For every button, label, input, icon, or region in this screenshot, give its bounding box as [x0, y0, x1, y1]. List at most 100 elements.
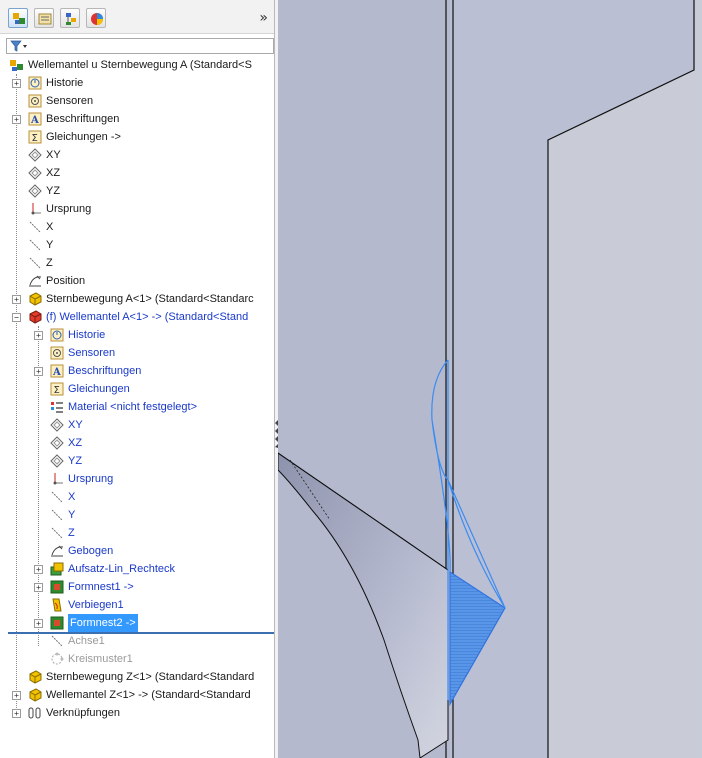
plane-icon: [50, 436, 64, 450]
filter-icon[interactable]: [10, 40, 28, 52]
tree-item-sternbewegung-z-1-standard-standard-33[interactable]: Sternbewegung Z<1> (Standard<Standard: [0, 668, 276, 686]
tree-item-label: Historie: [68, 329, 106, 341]
configurationmanager-tab-icon[interactable]: [60, 8, 80, 28]
plane-icon: [50, 454, 64, 468]
root-assembly-icon: [10, 60, 23, 71]
expand-icon[interactable]: +: [12, 295, 21, 304]
rollback-bar[interactable]: [8, 632, 276, 634]
tree-item-wellemantel-z-1-standard-standard-34[interactable]: + Wellemantel Z<1> -> (Standard<Standard: [0, 686, 276, 704]
tree-item-gebogen-26[interactable]: Gebogen: [0, 542, 276, 560]
expand-icon[interactable]: +: [12, 691, 21, 700]
collapse-icon[interactable]: −: [12, 313, 21, 322]
tree-item-label: Ursprung: [68, 473, 114, 485]
tree-item-label: Achse1: [68, 635, 105, 647]
axis-icon: [51, 491, 63, 503]
tree-item-label: X: [68, 491, 76, 503]
tree-item-label: Y: [68, 509, 76, 521]
tree-item-achse1-31[interactable]: Achse1: [0, 632, 276, 650]
tree-filter-input[interactable]: [6, 38, 274, 54]
tree-item-label: Verbiegen1: [68, 599, 124, 611]
tree-item-label: Sensoren: [46, 95, 94, 107]
tree-item-label: (f) Wellemantel A<1> -> (Standard<Stand: [46, 311, 249, 323]
equation-icon: Σ: [28, 130, 42, 144]
axis-icon: [29, 257, 41, 269]
equation-icon: Σ: [50, 382, 64, 396]
sketch-icon: [51, 545, 64, 557]
tree-item-verbiegen1-29[interactable]: Verbiegen1: [0, 596, 276, 614]
tree-item-z-10[interactable]: Z: [0, 254, 276, 272]
expand-icon[interactable]: +: [34, 565, 43, 574]
tree-item-label: Ursprung: [46, 203, 92, 215]
tree-item-formnest1-28[interactable]: + Formnest1 ->: [0, 578, 276, 596]
expand-icon[interactable]: +: [12, 709, 21, 718]
plane-icon: [50, 418, 64, 432]
circular-pattern-icon: [51, 652, 64, 665]
tree-item-root-assembly[interactable]: Wellemantel u Sternbewegung A (Standard<…: [0, 56, 276, 74]
tree-item-f-wellemantel-a-1-standard-stand-13[interactable]: − (f) Wellemantel A<1> -> (Standard<Stand: [0, 308, 276, 326]
expand-icon[interactable]: +: [34, 331, 43, 340]
tree-item-xy-19[interactable]: XY: [0, 416, 276, 434]
tree-item-label: YZ: [68, 455, 83, 467]
tree-item-xy-4[interactable]: XY: [0, 146, 276, 164]
tree-item-xz-20[interactable]: XZ: [0, 434, 276, 452]
tree-item-ursprung-7[interactable]: Ursprung: [0, 200, 276, 218]
tree-item-sensoren-1[interactable]: Sensoren: [0, 92, 276, 110]
tree-item-gleichungen-17[interactable]: Σ Gleichungen: [0, 380, 276, 398]
tree-item-beschriftungen-16[interactable]: + A Beschriftungen: [0, 362, 276, 380]
tree-item-y-9[interactable]: Y: [0, 236, 276, 254]
tree-item-label: XY: [68, 419, 83, 431]
tree-item-label: Historie: [46, 77, 84, 89]
tree-item-position-11[interactable]: Position: [0, 272, 276, 290]
tree-item-ursprung-22[interactable]: Ursprung: [0, 470, 276, 488]
tree-item-xz-5[interactable]: XZ: [0, 164, 276, 182]
tree-item-x-8[interactable]: X: [0, 218, 276, 236]
displaymanager-tab-icon[interactable]: [86, 8, 106, 28]
tree-item-historie-0[interactable]: + Historie: [0, 74, 276, 92]
expand-icon[interactable]: +: [34, 583, 43, 592]
tree-item-sternbewegung-a-1-standard-standarc-12[interactable]: + Sternbewegung A<1> (Standard<Standarc: [0, 290, 276, 308]
axis-icon: [51, 509, 63, 521]
tree-item-label: Material <nicht festgelegt>: [68, 401, 198, 413]
tree-item-sensoren-15[interactable]: Sensoren: [0, 344, 276, 362]
origin-icon: [53, 473, 63, 485]
propertymanager-tab-icon[interactable]: [34, 8, 54, 28]
tree-item-y-24[interactable]: Y: [0, 506, 276, 524]
tree-item-historie-14[interactable]: + Historie: [0, 326, 276, 344]
tree-item-aufsatz-lin-rechteck-27[interactable]: + Aufsatz-Lin_Rechteck: [0, 560, 276, 578]
expand-panel-chevron-icon[interactable]: »: [259, 10, 268, 26]
annotation-icon: A: [50, 364, 64, 378]
tree-item-label: Beschriftungen: [46, 113, 120, 125]
mates-icon: [28, 707, 41, 719]
tree-item-label: XZ: [68, 437, 83, 449]
tree-item-yz-6[interactable]: YZ: [0, 182, 276, 200]
expand-icon[interactable]: +: [34, 619, 43, 628]
tree-item-label: Z: [46, 257, 53, 269]
expand-icon[interactable]: +: [34, 367, 43, 376]
plane-icon: [28, 148, 42, 162]
tree-item-label: Sternbewegung Z<1> (Standard<Standard: [46, 671, 255, 683]
tree-item-x-23[interactable]: X: [0, 488, 276, 506]
tree-item-kreismuster1-32[interactable]: Kreismuster1: [0, 650, 276, 668]
tree-item-label: Gleichungen: [68, 383, 130, 395]
tree-item-beschriftungen-2[interactable]: + A Beschriftungen: [0, 110, 276, 128]
flex-icon: [52, 598, 62, 612]
tree-item-z-25[interactable]: Z: [0, 524, 276, 542]
part-icon: [29, 292, 42, 306]
tree-item-label: Formnest2 ->: [68, 614, 138, 632]
expand-icon[interactable]: +: [12, 79, 21, 88]
tree-item-label: Y: [46, 239, 54, 251]
tree-item-verkn-pfungen-35[interactable]: + Verknüpfungen: [0, 704, 276, 722]
expand-icon[interactable]: +: [12, 115, 21, 124]
tree-item-label: Wellemantel u Sternbewegung A (Standard<…: [28, 59, 252, 71]
axis-icon: [51, 527, 63, 539]
tree-item-gleichungen-3[interactable]: Σ Gleichungen ->: [0, 128, 276, 146]
tree-item-formnest2-30[interactable]: + Formnest2 ->: [0, 614, 276, 632]
panel-tab-bar: »: [0, 0, 276, 34]
tree-item-material-nicht-festgelegt-18[interactable]: Material <nicht festgelegt>: [0, 398, 276, 416]
tree-item-yz-21[interactable]: YZ: [0, 452, 276, 470]
sensor-icon: [28, 94, 42, 108]
graphics-viewport[interactable]: [278, 0, 702, 758]
origin-icon: [31, 203, 41, 215]
featuremanager-tab-icon[interactable]: [8, 8, 28, 28]
tree-item-label: X: [46, 221, 54, 233]
